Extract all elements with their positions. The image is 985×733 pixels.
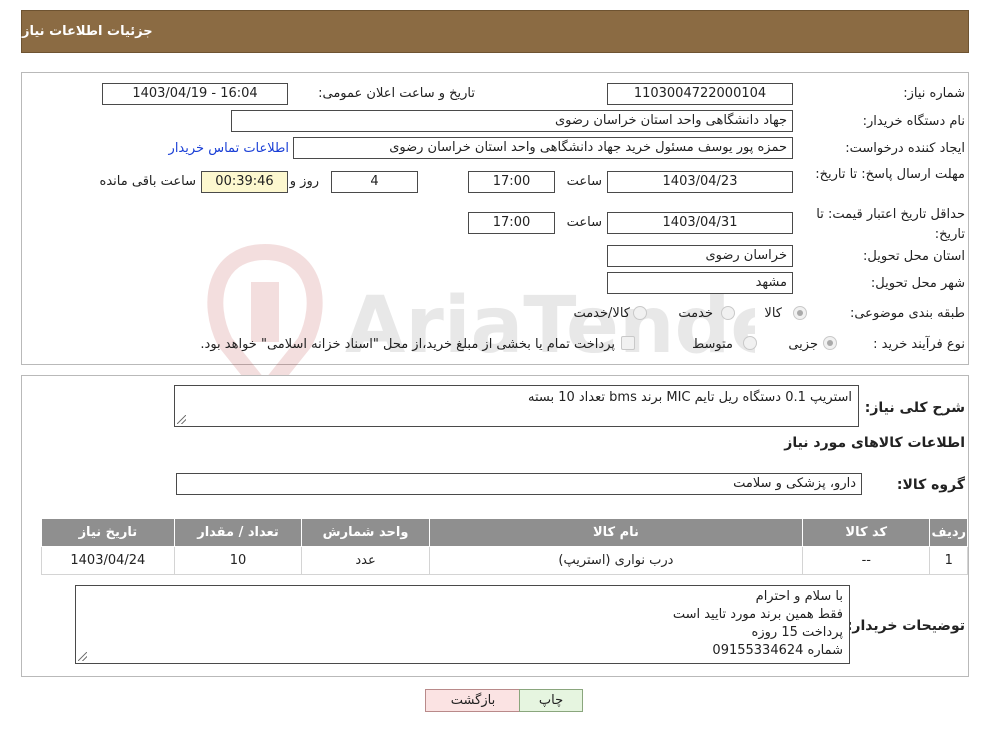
col-row: ردیف [929, 518, 968, 547]
remaining-label: ساعت باقی مانده [99, 174, 196, 189]
deadline-label: مهلت ارسال پاسخ: تا تاریخ: [815, 167, 965, 182]
need-number-label: شماره نیاز: [903, 86, 965, 101]
resize-handle-icon[interactable] [177, 415, 186, 424]
process-option-medium: متوسط [692, 337, 733, 352]
col-name: نام کالا [428, 518, 804, 547]
city-label: شهر محل تحویل: [870, 276, 965, 291]
province-label: استان محل تحویل: [863, 249, 965, 264]
process-radio-medium[interactable] [743, 336, 757, 350]
cell-qty: 10 [173, 546, 303, 575]
cell-row: 1 [929, 546, 968, 575]
back-button[interactable]: بازگشت [425, 689, 521, 712]
process-label: نوع فرآیند خرید : [873, 337, 965, 352]
buyer-notes-label: توضیحات خریدار: [846, 618, 965, 634]
col-qty: تعداد / مقدار [173, 518, 303, 547]
deadline-time-field: 17:00 [468, 171, 555, 193]
goods-table: ردیف کد کالا نام کالا واحد شمارش تعداد /… [41, 518, 968, 575]
col-code: کد کالا [802, 518, 931, 547]
category-radio-service[interactable] [721, 306, 735, 320]
process-checkbox-treasury[interactable] [621, 336, 635, 350]
page-header: جزئیات اطلاعات نیاز [21, 10, 969, 53]
col-date: تاریخ نیاز [41, 518, 175, 547]
time-remaining-field: 00:39:46 [201, 171, 288, 193]
validity-label: حداقل تاریخ اعتبار قیمت: تا تاریخ: [816, 207, 965, 242]
deadline-time-label: ساعت [566, 174, 602, 189]
city-field: مشهد [607, 272, 793, 294]
goods-table-header: ردیف کد کالا نام کالا واحد شمارش تعداد /… [41, 518, 968, 547]
buyer-notes-line: فقط همین برند مورد تایید است [672, 607, 843, 622]
group-field: دارو، پزشکی و سلامت [176, 473, 862, 495]
process-option-minor: جزیی [788, 337, 818, 352]
need-number-field: 1103004722000104 [607, 83, 793, 105]
requester-label: ایجاد کننده درخواست: [845, 141, 965, 156]
validity-date-field: 1403/04/31 [607, 212, 793, 234]
validity-time-label: ساعت [566, 215, 602, 230]
goods-info-title: اطلاعات کالاهای مورد نیاز [784, 435, 965, 451]
category-radio-goods-service[interactable] [633, 306, 647, 320]
desc-value: استریپ 0.1 دستگاه ریل تایم MIC برند bms … [527, 390, 852, 405]
cell-date: 1403/04/24 [41, 546, 175, 575]
category-radio-goods[interactable] [793, 306, 807, 320]
desc-label: شرح کلی نیاز: [864, 400, 965, 416]
cell-unit: عدد [301, 546, 430, 575]
group-label: گروه کالا: [896, 477, 965, 493]
cell-name: درب نواری (استریپ) [428, 546, 804, 575]
category-label: طبقه بندی موضوعی: [849, 306, 965, 321]
deadline-date-field: 1403/04/23 [607, 171, 793, 193]
process-radio-minor[interactable] [823, 336, 837, 350]
print-button[interactable]: چاپ [519, 689, 583, 712]
cell-code: -- [802, 546, 931, 575]
validity-time-field: 17:00 [468, 212, 555, 234]
province-field: خراسان رضوی [607, 245, 793, 267]
buyer-notes-line: شماره 09155334624 [712, 643, 843, 658]
resize-handle-icon[interactable] [78, 652, 87, 661]
table-row: 1 -- درب نواری (استریپ) عدد 10 1403/04/2… [41, 546, 968, 575]
buyer-org-field: جهاد دانشگاهی واحد استان خراسان رضوی [231, 110, 793, 132]
announce-field: 1403/04/19 - 16:04 [102, 83, 288, 105]
buyer-notes-textarea[interactable]: با سلام و احترام فقط همین برند مورد تایی… [75, 585, 850, 664]
process-note: پرداخت تمام یا بخشی از مبلغ خرید،از محل … [200, 337, 615, 352]
buyer-org-label: نام دستگاه خریدار: [862, 114, 965, 129]
requester-field: حمزه پور یوسف مسئول خرید جهاد دانشگاهی و… [293, 137, 793, 159]
buyer-contact-link[interactable]: اطلاعات تماس خریدار [169, 141, 289, 156]
page-title: جزئیات اطلاعات نیاز [22, 24, 153, 39]
category-option-goods-service: کالا/خدمت [573, 306, 630, 321]
buyer-notes-line: پرداخت 15 روزه [751, 625, 843, 640]
col-unit: واحد شمارش [301, 518, 430, 547]
days-remaining-field: 4 [331, 171, 418, 193]
category-option-service: خدمت [678, 306, 713, 321]
buyer-notes-line: با سلام و احترام [755, 589, 843, 604]
desc-textarea[interactable]: استریپ 0.1 دستگاه ریل تایم MIC برند bms … [174, 385, 859, 427]
announce-label: تاریخ و ساعت اعلان عمومی: [318, 86, 475, 101]
category-option-goods: کالا [764, 306, 782, 321]
days-label: روز و [289, 174, 319, 189]
